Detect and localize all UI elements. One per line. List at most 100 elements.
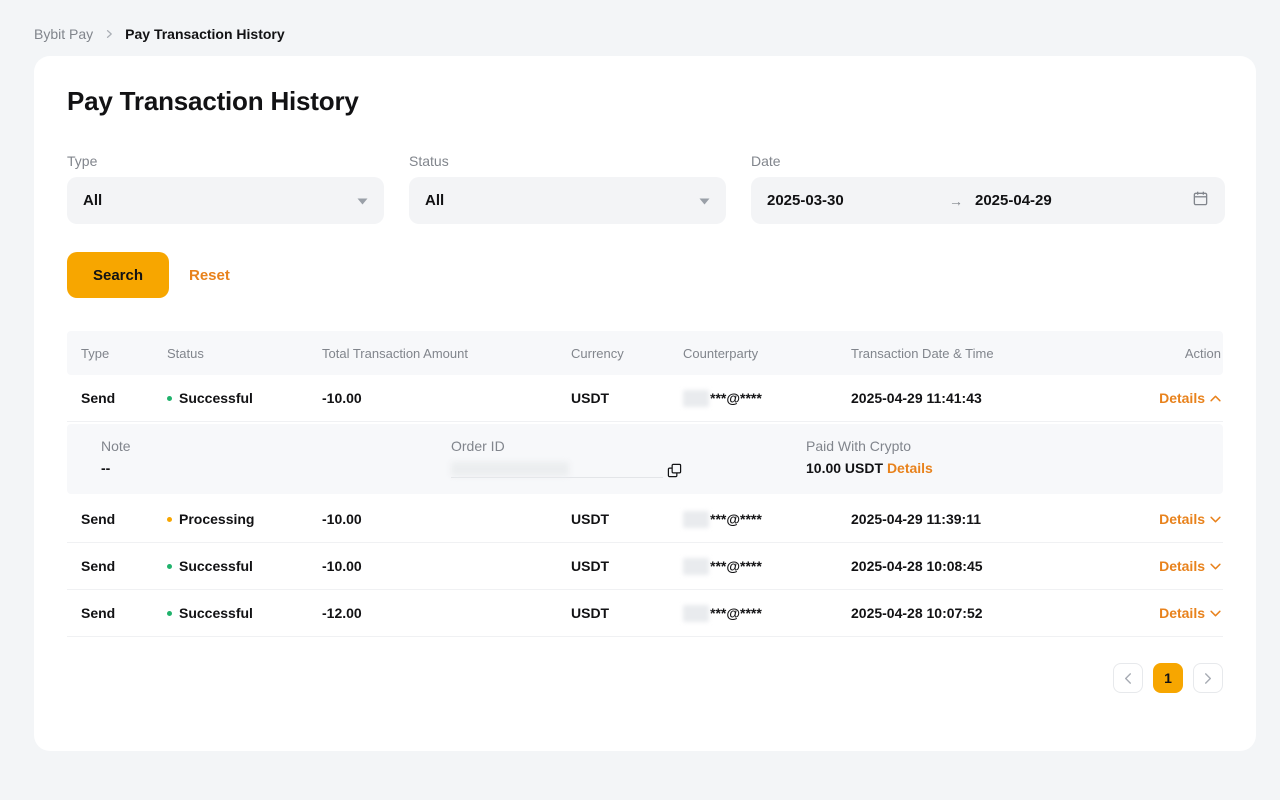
calendar-icon[interactable] [1192, 190, 1209, 212]
pagination-next-button[interactable] [1193, 663, 1223, 693]
cell-type: Send [67, 511, 167, 527]
status-filter-group: Status All [409, 153, 726, 224]
cell-currency: USDT [571, 605, 683, 621]
status-select[interactable]: All [409, 177, 726, 224]
cell-amount: -10.00 [322, 511, 571, 527]
chevron-down-icon [1210, 610, 1221, 617]
date-end-value[interactable]: 2025-04-29 [975, 192, 1052, 209]
pay-history-card: Pay Transaction History Type All Status … [34, 56, 1256, 751]
table-row: Send Successful -12.00 USDT ***@**** 202… [67, 590, 1223, 637]
arrow-right-icon: → [949, 193, 963, 209]
status-text: Successful [179, 390, 253, 406]
cell-status: Successful [167, 605, 322, 621]
status-select-value: All [425, 192, 444, 209]
cell-status: Processing [167, 511, 322, 527]
order-id-label: Order ID [451, 438, 806, 454]
date-range-picker[interactable]: 2025-03-30 → 2025-04-29 [751, 177, 1225, 224]
pagination-page-1[interactable]: 1 [1153, 663, 1183, 693]
cell-datetime: 2025-04-29 11:41:43 [851, 390, 1101, 406]
details-label: Details [1159, 511, 1205, 527]
status-dot-success [167, 564, 172, 569]
status-dot-processing [167, 517, 172, 522]
cell-counterparty: ***@**** [683, 558, 851, 575]
chevron-up-icon [1210, 395, 1221, 402]
redacted-counterparty-blur [683, 511, 709, 528]
cell-currency: USDT [571, 558, 683, 574]
details-toggle[interactable]: Details [1159, 558, 1221, 574]
paid-with-crypto-value: 10.00 USDT [806, 460, 883, 476]
table-row: Send Successful -10.00 USDT ***@**** 202… [67, 375, 1223, 422]
expanded-detail-panel: Note -- Order ID [67, 424, 1223, 494]
details-toggle[interactable]: Details [1159, 390, 1221, 406]
cell-currency: USDT [571, 511, 683, 527]
copy-icon[interactable] [667, 463, 682, 478]
type-select-value: All [83, 192, 102, 209]
redacted-order-id-blur [451, 462, 569, 476]
date-filter-group: Date 2025-03-30 → 2025-04-29 [751, 153, 1225, 224]
note-label: Note [101, 438, 451, 454]
counterparty-masked-text: ***@**** [710, 511, 762, 527]
cell-status: Successful [167, 390, 322, 406]
date-start-value[interactable]: 2025-03-30 [767, 192, 937, 209]
type-select[interactable]: All [67, 177, 384, 224]
redacted-counterparty-blur [683, 558, 709, 575]
cell-type: Send [67, 558, 167, 574]
cell-currency: USDT [571, 390, 683, 406]
cell-datetime: 2025-04-28 10:08:45 [851, 558, 1101, 574]
order-id-value-redacted [451, 460, 663, 478]
type-filter-label: Type [67, 153, 384, 169]
paid-details-link[interactable]: Details [887, 460, 933, 476]
cell-counterparty: ***@**** [683, 605, 851, 622]
breadcrumb-current: Pay Transaction History [125, 26, 285, 42]
details-label: Details [1159, 605, 1205, 621]
caret-down-icon [699, 192, 710, 210]
chevron-right-icon [1204, 673, 1212, 684]
cell-status: Successful [167, 558, 322, 574]
pagination-prev-button[interactable] [1113, 663, 1143, 693]
status-text: Successful [179, 605, 253, 621]
status-text: Processing [179, 511, 254, 527]
chevron-left-icon [1124, 673, 1132, 684]
reset-button[interactable]: Reset [189, 267, 230, 284]
breadcrumb: Bybit Pay Pay Transaction History [0, 0, 1280, 56]
details-label: Details [1159, 558, 1205, 574]
caret-down-icon [357, 192, 368, 210]
col-header-counterparty: Counterparty [683, 346, 851, 361]
filter-bar: Type All Status All Date 2025-03-30 → [67, 153, 1223, 224]
cell-type: Send [67, 390, 167, 406]
date-filter-label: Date [751, 153, 1225, 169]
col-header-amount: Total Transaction Amount [322, 346, 571, 361]
cell-datetime: 2025-04-29 11:39:11 [851, 511, 1101, 527]
chevron-right-icon [103, 28, 115, 40]
cell-amount: -12.00 [322, 605, 571, 621]
cell-datetime: 2025-04-28 10:07:52 [851, 605, 1101, 621]
table-row: Send Processing -10.00 USDT ***@**** 202… [67, 496, 1223, 543]
status-text: Successful [179, 558, 253, 574]
paid-with-crypto-section: Paid With Crypto 10.00 USDT Details [806, 438, 933, 478]
details-label: Details [1159, 390, 1205, 406]
col-header-currency: Currency [571, 346, 683, 361]
table-row: Send Successful -10.00 USDT ***@**** 202… [67, 543, 1223, 590]
search-button[interactable]: Search [67, 252, 169, 298]
paid-with-crypto-label: Paid With Crypto [806, 438, 933, 454]
transactions-table: Type Status Total Transaction Amount Cur… [67, 331, 1223, 637]
order-id-section: Order ID [451, 438, 806, 478]
cell-counterparty: ***@**** [683, 390, 851, 407]
counterparty-masked-text: ***@**** [710, 558, 762, 574]
breadcrumb-parent-link[interactable]: Bybit Pay [34, 26, 93, 42]
chevron-down-icon [1210, 563, 1221, 570]
note-value: -- [101, 460, 451, 476]
details-toggle[interactable]: Details [1159, 511, 1221, 527]
table-header-row: Type Status Total Transaction Amount Cur… [67, 331, 1223, 375]
col-header-action: Action [1101, 346, 1223, 361]
cell-counterparty: ***@**** [683, 511, 851, 528]
col-header-status: Status [167, 346, 322, 361]
cell-type: Send [67, 605, 167, 621]
chevron-down-icon [1210, 516, 1221, 523]
cell-amount: -10.00 [322, 390, 571, 406]
pagination: 1 [67, 663, 1223, 693]
status-filter-label: Status [409, 153, 726, 169]
details-toggle[interactable]: Details [1159, 605, 1221, 621]
note-section: Note -- [101, 438, 451, 478]
counterparty-masked-text: ***@**** [710, 390, 762, 406]
